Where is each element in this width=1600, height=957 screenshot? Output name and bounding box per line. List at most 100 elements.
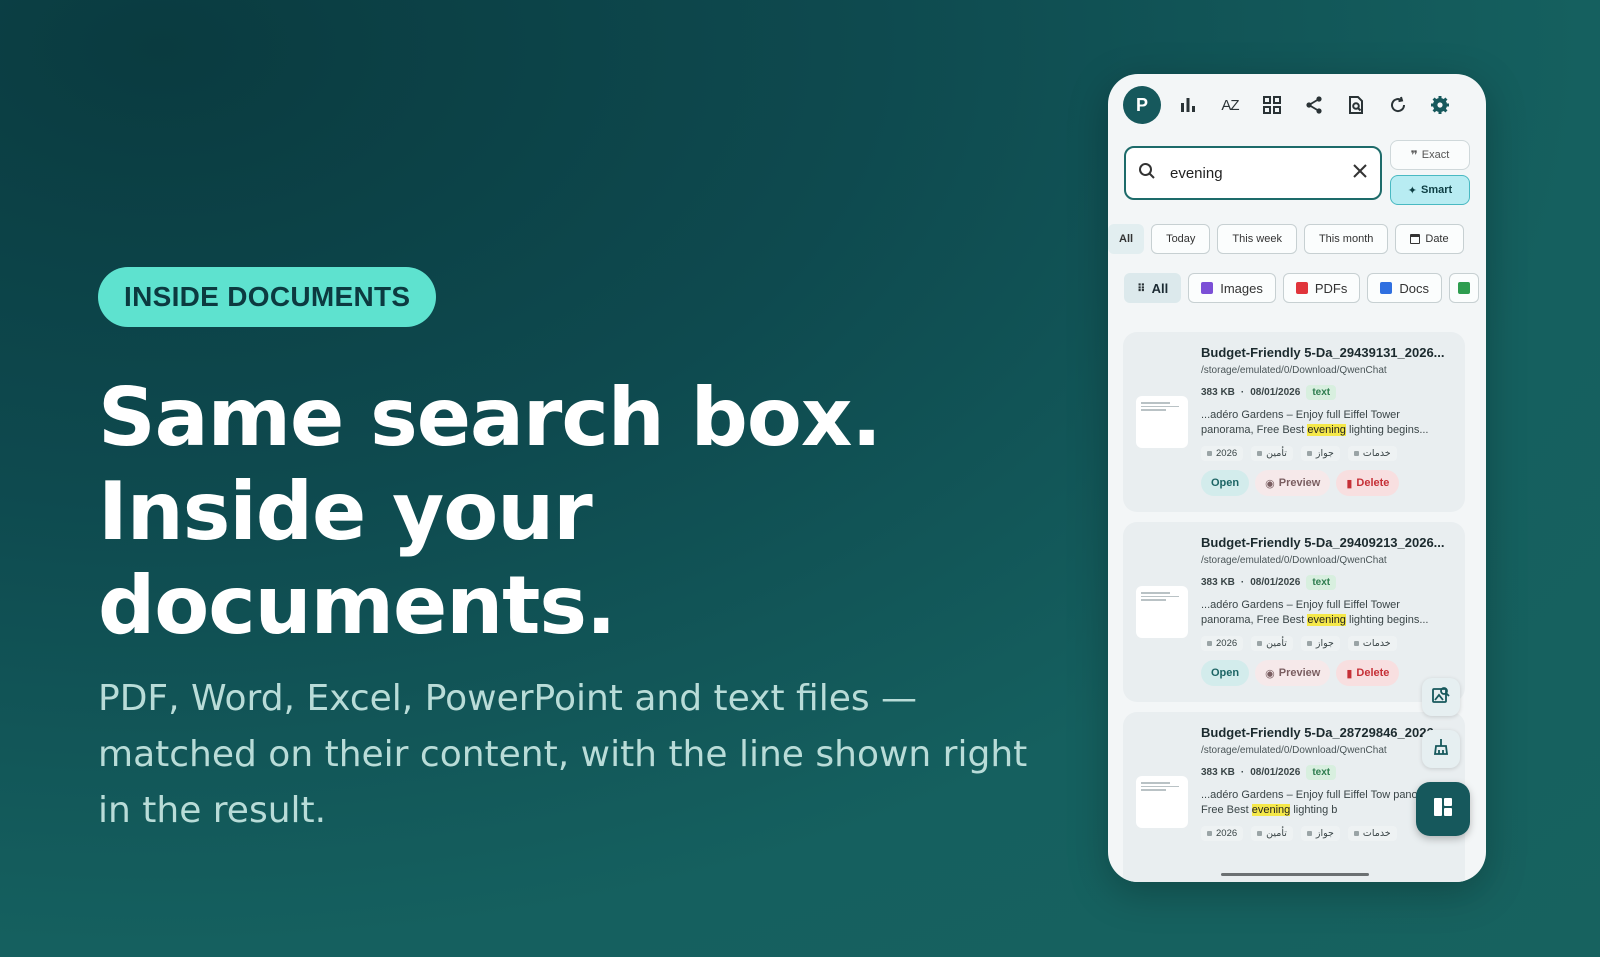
- exact-mode-label: Exact: [1421, 149, 1450, 161]
- meta-separator: ·: [1240, 577, 1245, 588]
- settings-icon[interactable]: [1429, 94, 1451, 116]
- result-card[interactable]: Budget-Friendly 5-Da_29409213_2026... /s…: [1123, 522, 1465, 702]
- document-thumbnail: [1136, 396, 1188, 448]
- delete-label: Delete: [1356, 667, 1390, 679]
- type-filter-images[interactable]: Images: [1188, 273, 1276, 303]
- delete-button[interactable]: ▮ Delete: [1336, 470, 1400, 496]
- result-card[interactable]: Budget-Friendly 5-Da_29439131_2026... /s…: [1123, 332, 1465, 512]
- layout-fab[interactable]: [1416, 782, 1470, 836]
- exact-mode-button[interactable]: ❞ Exact: [1390, 140, 1470, 170]
- type-filter-all[interactable]: ⠿ All: [1124, 273, 1182, 303]
- type-filter-images-label: Images: [1220, 280, 1263, 296]
- share-icon[interactable]: [1303, 94, 1325, 116]
- snippet-highlight: evening: [1307, 424, 1346, 436]
- date-filter-all[interactable]: All: [1108, 224, 1145, 254]
- file-name: Budget-Friendly 5-Da_28729846_2026: [1201, 725, 1434, 740]
- smart-mode-button[interactable]: ✦ Smart: [1390, 175, 1470, 205]
- tag-label: جواز: [1315, 448, 1334, 459]
- trash-icon: ▮: [1346, 477, 1353, 490]
- tag[interactable]: تأمين: [1251, 446, 1293, 461]
- delete-label: Delete: [1356, 477, 1390, 489]
- tag-label: 2026: [1216, 638, 1238, 649]
- preview-button[interactable]: ◉ Preview: [1255, 470, 1331, 496]
- headline: Same search box. Inside your documents.: [98, 371, 882, 652]
- tag-label: خدمات: [1362, 638, 1391, 649]
- file-date: 08/01/2026: [1250, 767, 1301, 778]
- tag-label: تأمين: [1266, 448, 1287, 459]
- sparkle-icon: ✦: [1407, 184, 1418, 197]
- file-name: Budget-Friendly 5-Da_29439131_2026...: [1201, 345, 1445, 360]
- tag[interactable]: خدمات: [1347, 446, 1397, 461]
- image-search-icon: [1431, 685, 1451, 710]
- date-filter-row: All Today This week This month Date: [1108, 224, 1464, 254]
- file-path: /storage/emulated/0/Download/QwenChat: [1201, 365, 1387, 376]
- meta-separator: ·: [1240, 387, 1245, 398]
- tag-label: خدمات: [1362, 828, 1391, 839]
- delete-button[interactable]: ▮ Delete: [1336, 660, 1400, 686]
- dashboard-icon: [1432, 796, 1454, 823]
- open-button[interactable]: Open: [1201, 470, 1250, 496]
- tag[interactable]: خدمات: [1347, 636, 1397, 651]
- results-list: Budget-Friendly 5-Da_29439131_2026... /s…: [1123, 332, 1465, 882]
- type-badge: text: [1306, 765, 1337, 780]
- date-filter-date[interactable]: Date: [1395, 224, 1464, 254]
- type-filter-all-label: All: [1151, 280, 1169, 296]
- result-card[interactable]: Budget-Friendly 5-Da_28729846_2026 /stor…: [1123, 712, 1465, 882]
- file-path: /storage/emulated/0/Download/QwenChat: [1201, 555, 1387, 566]
- tag-label: تأمين: [1266, 828, 1287, 839]
- bar-chart-icon[interactable]: [1177, 94, 1199, 116]
- toolbar: P AZ: [1123, 84, 1471, 126]
- preview-label: Preview: [1278, 477, 1321, 489]
- refresh-icon[interactable]: [1387, 94, 1409, 116]
- doc-search-icon[interactable]: [1345, 94, 1367, 116]
- open-button[interactable]: Open: [1201, 660, 1250, 686]
- search-field[interactable]: evening: [1124, 146, 1382, 200]
- sort-az-label: AZ: [1221, 96, 1239, 114]
- image-search-fab[interactable]: [1422, 678, 1460, 716]
- sort-az-icon[interactable]: AZ: [1219, 94, 1241, 116]
- type-filter-pdfs[interactable]: PDFs: [1282, 273, 1361, 303]
- section-badge: INSIDE DOCUMENTS: [98, 267, 437, 327]
- meta-separator: ·: [1240, 767, 1245, 778]
- date-filter-month[interactable]: This month: [1303, 224, 1389, 254]
- date-filter-today[interactable]: Today: [1151, 224, 1211, 254]
- cleanup-fab[interactable]: [1422, 730, 1460, 768]
- date-filter-date-label: Date: [1425, 233, 1449, 245]
- tag[interactable]: جواز: [1300, 636, 1340, 651]
- type-filter-sheets[interactable]: [1448, 273, 1479, 303]
- snippet-highlight: evening: [1251, 804, 1291, 816]
- tag[interactable]: خدمات: [1347, 826, 1397, 841]
- file-size: 383 KB: [1201, 387, 1235, 398]
- grid-icon[interactable]: [1261, 94, 1283, 116]
- quote-icon: ❞: [1410, 148, 1418, 162]
- search-input[interactable]: evening: [1170, 165, 1352, 182]
- tag[interactable]: 2026: [1201, 446, 1244, 461]
- type-filter-pdfs-label: PDFs: [1314, 280, 1348, 296]
- pdf-icon: [1295, 282, 1308, 294]
- tag[interactable]: تأمين: [1251, 636, 1293, 651]
- preview-button[interactable]: ◉ Preview: [1255, 660, 1331, 686]
- file-path: /storage/emulated/0/Download/QwenChat: [1201, 745, 1387, 756]
- tag-label: 2026: [1216, 828, 1238, 839]
- tag[interactable]: 2026: [1201, 636, 1244, 651]
- tag[interactable]: جواز: [1300, 826, 1340, 841]
- tag-label: جواز: [1315, 828, 1334, 839]
- hero-section: INSIDE DOCUMENTS Same search box. Inside…: [98, 267, 1028, 839]
- smart-mode-label: Smart: [1421, 184, 1453, 196]
- snippet-after: lighting begins...: [1345, 614, 1429, 626]
- tag[interactable]: تأمين: [1251, 826, 1293, 841]
- file-size: 383 KB: [1201, 767, 1235, 778]
- type-badge: text: [1306, 385, 1337, 400]
- calendar-icon: [1410, 234, 1421, 244]
- avatar[interactable]: P: [1123, 86, 1161, 124]
- broom-icon: [1431, 737, 1451, 762]
- trash-icon: ▮: [1346, 667, 1353, 680]
- date-filter-week[interactable]: This week: [1217, 224, 1297, 254]
- clear-search-icon[interactable]: [1352, 163, 1368, 184]
- snippet-highlight: evening: [1307, 614, 1346, 626]
- type-filter-docs[interactable]: Docs: [1367, 273, 1442, 303]
- doc-icon: [1380, 282, 1393, 294]
- tag[interactable]: 2026: [1201, 826, 1244, 841]
- type-badge: text: [1306, 575, 1337, 590]
- tag[interactable]: جواز: [1300, 446, 1340, 461]
